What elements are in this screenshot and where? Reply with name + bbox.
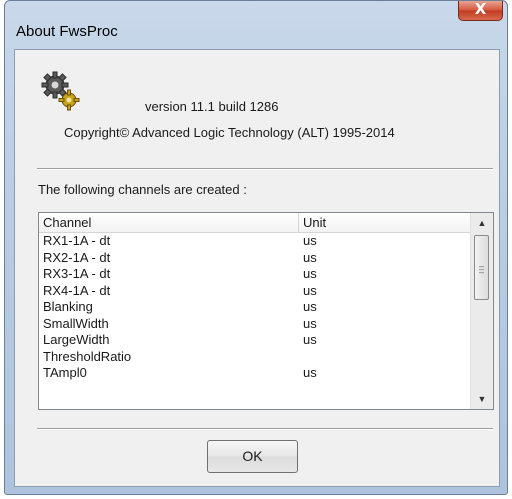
unit-cell: us bbox=[303, 249, 317, 265]
channel-cell: TAmpl0 bbox=[43, 365, 87, 380]
table-row[interactable]: ThresholdRatio bbox=[39, 349, 471, 366]
unit-cell: us bbox=[303, 233, 317, 248]
table-row[interactable]: LargeWidth us bbox=[39, 332, 471, 349]
channel-cell: RX4-1A - dt bbox=[43, 282, 111, 298]
close-button[interactable]: X bbox=[458, 0, 503, 21]
channel-cell: RX3-1A - dt bbox=[43, 266, 111, 281]
table-row[interactable]: Blanking us bbox=[39, 299, 471, 316]
unit-cell: us bbox=[303, 299, 317, 314]
channel-cell: SmallWidth bbox=[43, 315, 109, 331]
channel-cell: ThresholdRatio bbox=[43, 348, 132, 364]
channel-cell: Blanking bbox=[43, 299, 93, 314]
version-text: version 11.1 build 1286 bbox=[145, 99, 279, 114]
unit-cell: us bbox=[303, 332, 317, 347]
table-row[interactable]: RX2-1A - dt us bbox=[39, 250, 471, 267]
unit-cell: us bbox=[303, 365, 317, 380]
copyright-text: Copyright© Advanced Logic Technology (AL… bbox=[64, 125, 395, 140]
separator-bottom bbox=[37, 428, 493, 430]
vertical-scrollbar[interactable]: ▲ – – – ▼ bbox=[470, 213, 493, 409]
separator-top bbox=[37, 168, 493, 170]
unit-cell: us bbox=[303, 315, 317, 331]
grip-icon: – – – bbox=[479, 261, 485, 277]
window-title: About FwsProc bbox=[16, 23, 118, 40]
channel-cell: RX2-1A - dt bbox=[43, 249, 111, 265]
unit-cell: us bbox=[303, 266, 317, 281]
table-row[interactable]: RX1-1A - dt us bbox=[39, 233, 471, 250]
table-row[interactable]: SmallWidth us bbox=[39, 316, 471, 333]
table-row[interactable]: TAmpl0 us bbox=[39, 365, 471, 382]
column-divider[interactable] bbox=[298, 213, 299, 232]
title-bar[interactable]: About FwsProc X bbox=[5, 0, 507, 43]
column-header-channel[interactable]: Channel bbox=[43, 215, 91, 230]
table-row[interactable]: RX4-1A - dt us bbox=[39, 283, 471, 300]
channels-label: The following channels are created : bbox=[38, 182, 247, 197]
gears-icon bbox=[41, 71, 80, 111]
unit-cell: us bbox=[303, 282, 317, 298]
scrollbar-thumb[interactable]: – – – bbox=[474, 235, 489, 300]
table-row[interactable]: RX3-1A - dt us bbox=[39, 266, 471, 283]
ok-button[interactable]: OK bbox=[207, 440, 298, 473]
channel-cell: LargeWidth bbox=[43, 332, 110, 347]
scroll-up-icon[interactable]: ▲ bbox=[471, 213, 493, 233]
listview-rows: RX1-1A - dt us RX2-1A - dt us RX3-1A - dt u… bbox=[39, 233, 471, 382]
column-header-unit[interactable]: Unit bbox=[303, 215, 326, 230]
channel-cell: RX1-1A - dt bbox=[43, 233, 111, 248]
scroll-down-icon[interactable]: ▼ bbox=[471, 389, 493, 409]
channels-listview[interactable]: Channel Unit RX1-1A - dt us RX2-1A - dt us… bbox=[38, 212, 494, 410]
close-icon: X bbox=[474, 0, 487, 18]
listview-header: Channel Unit bbox=[39, 213, 471, 233]
